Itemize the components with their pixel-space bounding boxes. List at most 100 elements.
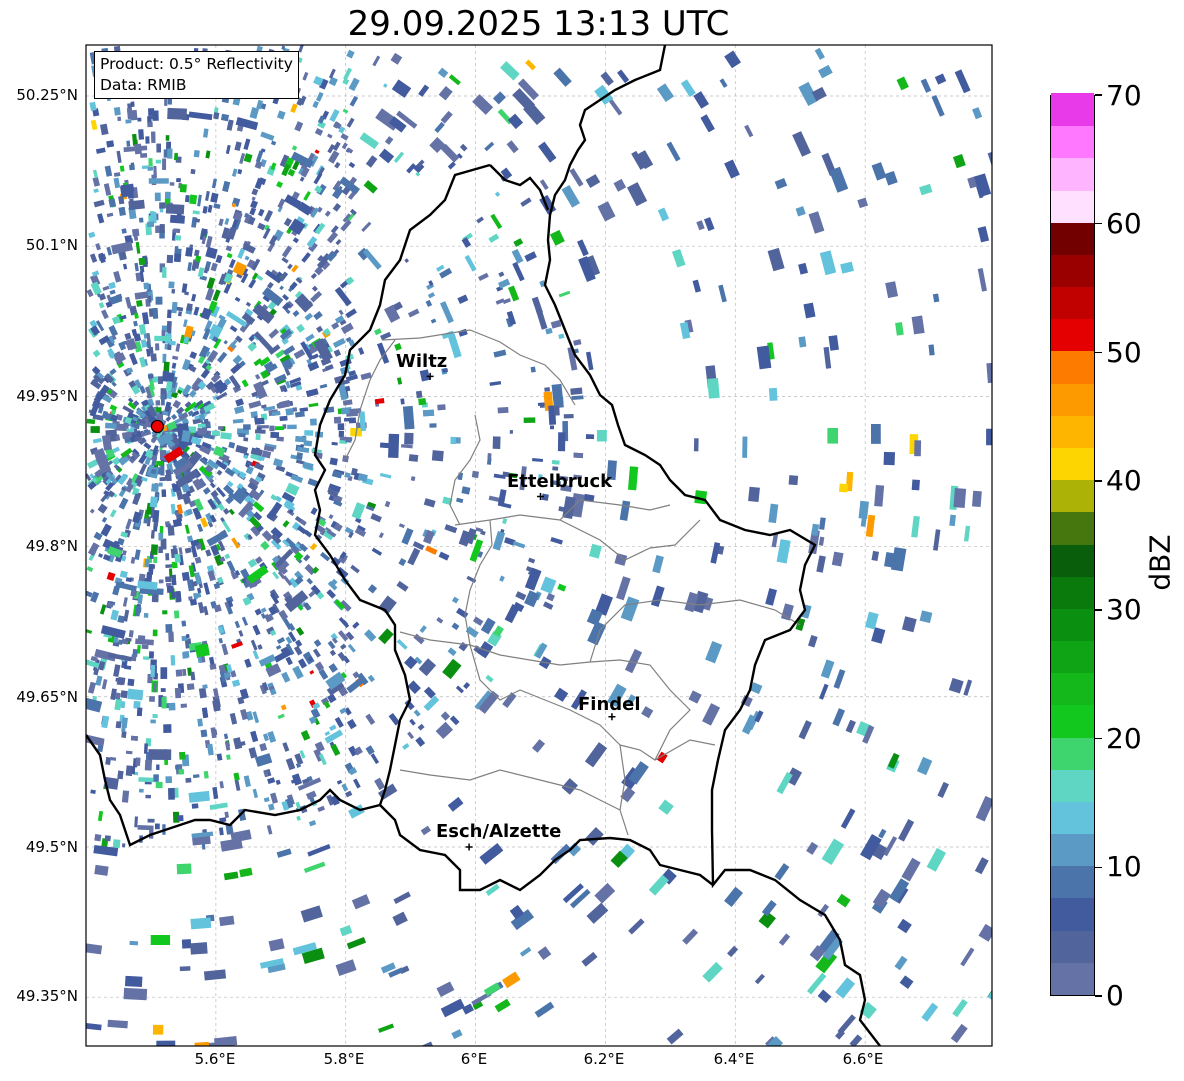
echo-cell (577, 239, 589, 257)
echo-cell (696, 220, 705, 231)
echo-cell (488, 233, 500, 243)
echo-cell (94, 833, 102, 842)
echo-cell (657, 207, 670, 222)
data-source-line: Data: RMIB (100, 76, 187, 94)
echo-cell (296, 815, 301, 821)
echo-cell (197, 267, 205, 278)
colorbar-segment (1051, 962, 1094, 995)
echo-cell (165, 553, 170, 561)
echo-cell (515, 591, 527, 601)
echo-cell (118, 497, 129, 510)
echo-cell (232, 418, 244, 424)
echo-cell (921, 1002, 939, 1022)
colorbar-segment (1051, 736, 1094, 770)
echo-cell (104, 835, 111, 842)
echo-cell (216, 469, 223, 476)
echo-cell (295, 436, 307, 443)
echo-cell (210, 727, 217, 739)
echo-cell (409, 718, 416, 726)
echo-cell (131, 766, 136, 775)
echo-cell (198, 602, 205, 614)
echo-cell (109, 509, 117, 518)
echo-cell (195, 218, 200, 223)
echo-cell (254, 608, 262, 616)
echo-cell (143, 282, 150, 290)
echo-cell (300, 905, 323, 923)
echo-cell (171, 561, 178, 569)
echo-cell (249, 207, 256, 216)
echo-cell (282, 742, 290, 752)
echo-cell (302, 71, 309, 81)
echo-cell (119, 165, 125, 172)
echo-cell (124, 975, 143, 987)
echo-cell (160, 465, 165, 476)
echo-cell (447, 333, 462, 359)
echo-cell (122, 263, 128, 270)
echo-cell (155, 407, 162, 413)
echo-cell (334, 286, 352, 307)
echo-cell (585, 351, 594, 371)
echo-cell (391, 79, 412, 98)
echo-cell (502, 298, 511, 304)
echo-cell (451, 596, 459, 604)
echo-cell (551, 460, 560, 465)
echo-cell (134, 549, 141, 560)
echo-cell (191, 266, 196, 272)
echo-cell (128, 630, 134, 638)
echo-cell (509, 430, 513, 434)
colorbar-segment (1051, 318, 1094, 352)
echo-cell (871, 627, 886, 644)
echo-cell (427, 292, 436, 299)
echo-cell (165, 203, 185, 215)
echo-cell (202, 206, 208, 214)
echo-cell (911, 479, 920, 491)
colorbar-segment (1051, 865, 1094, 899)
echo-cell (172, 355, 179, 361)
echo-cell (260, 131, 275, 141)
echo-cell (147, 167, 153, 171)
echo-cell (563, 413, 574, 419)
echo-cell (201, 707, 209, 719)
echo-cell (328, 514, 334, 520)
echo-cell (502, 692, 517, 708)
echo-cell (485, 674, 494, 683)
echo-cell (119, 570, 128, 579)
echo-cell (310, 272, 317, 280)
echo-cell (178, 547, 183, 555)
echo-cell (303, 191, 311, 201)
echo-cell (176, 306, 184, 312)
echo-cell (795, 206, 806, 217)
lat-label-5: 49.65°N (16, 688, 78, 706)
echo-cell (806, 841, 819, 855)
echo-cell (110, 609, 119, 621)
echo-cell (238, 432, 246, 438)
echo-cell (299, 407, 309, 413)
echo-cell (828, 335, 839, 351)
echo-cell (451, 1029, 463, 1040)
echo-cell (213, 112, 220, 120)
echo-cell (184, 524, 190, 535)
echo-cell (235, 444, 248, 455)
product-info-box: Product: 0.5° Reflectivity Data: RMIB (94, 51, 299, 99)
echo-cell (953, 488, 967, 509)
echo-cell (478, 272, 489, 282)
echo-cell (561, 184, 580, 208)
echo-cell (269, 235, 278, 246)
echo-cell (193, 306, 200, 316)
echo-cell (336, 779, 343, 785)
echo-cell (492, 531, 506, 551)
echo-cell (544, 387, 551, 392)
echo-cell (189, 598, 198, 606)
echo-cell (300, 730, 311, 741)
echo-cell (535, 307, 548, 330)
echo-cell (394, 343, 402, 351)
echo-cell (115, 692, 121, 700)
echo-cell (359, 132, 379, 150)
echo-cell (307, 844, 331, 857)
echo-cell (152, 714, 158, 719)
echo-cell (106, 246, 112, 256)
echo-cell (484, 141, 495, 152)
echo-cell (143, 743, 148, 754)
echo-cell (744, 124, 754, 138)
echo-cell (754, 973, 765, 985)
